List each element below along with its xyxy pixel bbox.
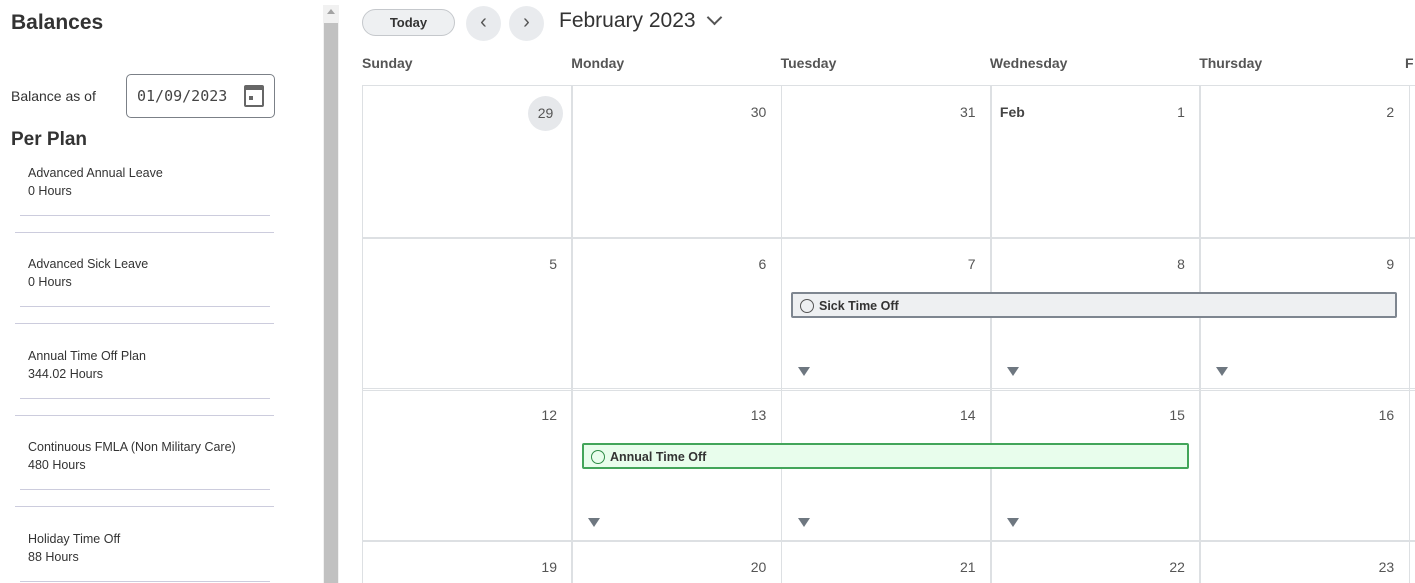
day-cell[interactable]: 12 xyxy=(362,388,573,543)
day-cell[interactable]: 2 xyxy=(1199,85,1411,239)
divider xyxy=(15,232,274,233)
day-cell[interactable]: 31 xyxy=(780,85,992,239)
day-number[interactable]: 9 xyxy=(1386,256,1394,272)
plan-item[interactable]: Continuous FMLA (Non Military Care) 480 H… xyxy=(28,438,236,474)
weekday-header: Sunday xyxy=(362,55,413,71)
plan-item[interactable]: Annual Time Off Plan 344.02 Hours xyxy=(28,347,146,383)
day-cell[interactable]: 30 xyxy=(571,85,783,239)
calendar-icon[interactable] xyxy=(244,85,264,107)
scrollbar-thumb[interactable] xyxy=(324,23,338,583)
day-cell[interactable]: 20 xyxy=(571,540,783,583)
weekday-header: F xyxy=(1405,55,1414,71)
per-plan-title: Per Plan xyxy=(11,129,88,150)
balances-title: Balances xyxy=(11,11,104,34)
plan-hours: 88 Hours xyxy=(28,550,79,564)
date-value: 01/09/2023 xyxy=(137,87,228,105)
plan-hours: 480 Hours xyxy=(28,458,86,472)
divider xyxy=(20,581,270,582)
expand-day-icon[interactable] xyxy=(1006,518,1019,528)
divider xyxy=(20,306,270,307)
divider xyxy=(20,489,270,490)
expand-day-icon[interactable] xyxy=(588,518,601,528)
today-button[interactable]: Today xyxy=(362,9,455,36)
day-number[interactable]: 13 xyxy=(751,407,767,423)
day-cell[interactable]: 29 xyxy=(362,85,573,239)
expand-day-icon[interactable] xyxy=(797,366,810,376)
divider xyxy=(20,398,270,399)
chevron-down-icon[interactable] xyxy=(706,9,723,26)
plan-name: Holiday Time Off xyxy=(28,532,121,546)
day-number[interactable]: 20 xyxy=(751,559,767,575)
day-number[interactable]: 29 xyxy=(528,96,563,131)
event-label: Annual Time Off xyxy=(610,450,707,464)
day-cell[interactable]: 23 xyxy=(1199,540,1411,583)
scroll-up-arrow-icon[interactable] xyxy=(327,9,335,14)
check-circle-icon xyxy=(591,450,605,464)
chevron-right-icon: › xyxy=(523,11,530,33)
balance-date-input[interactable]: 01/09/2023 xyxy=(126,74,275,118)
day-number[interactable]: 8 xyxy=(1177,256,1185,272)
day-number[interactable]: 7 xyxy=(968,256,976,272)
chevron-left-icon: ‹ xyxy=(480,11,487,33)
day-cell[interactable]: 5 xyxy=(362,236,573,391)
month-label[interactable]: February 2023 xyxy=(559,9,696,33)
day-cell[interactable] xyxy=(1408,85,1415,239)
day-cell[interactable]: 21 xyxy=(780,540,992,583)
day-cell[interactable]: 22 xyxy=(989,540,1201,583)
weekday-header: Monday xyxy=(571,55,625,71)
day-number[interactable]: 1 xyxy=(1177,104,1185,120)
day-number[interactable]: 5 xyxy=(549,256,557,272)
day-cell[interactable] xyxy=(1408,540,1415,583)
day-cell[interactable]: 6 xyxy=(571,236,783,391)
event-annual-time-off[interactable]: Annual Time Off xyxy=(582,443,1189,469)
day-number[interactable]: 21 xyxy=(960,559,976,575)
divider xyxy=(15,323,274,324)
balances-panel: Balances Balance as of 01/09/2023 Per Pl… xyxy=(0,0,322,583)
divider xyxy=(15,415,274,416)
previous-month-button[interactable]: ‹ xyxy=(466,6,501,41)
divider xyxy=(20,215,270,216)
plan-hours: 0 Hours xyxy=(28,275,72,289)
balance-as-of-label: Balance as of xyxy=(11,88,96,104)
day-number[interactable]: 12 xyxy=(541,407,557,423)
plan-item[interactable]: Advanced Sick Leave 0 Hours xyxy=(28,255,148,291)
day-number[interactable]: 19 xyxy=(541,559,557,575)
day-number[interactable]: 14 xyxy=(960,407,976,423)
event-sick-time-off[interactable]: Sick Time Off xyxy=(791,292,1397,318)
day-cell[interactable] xyxy=(1408,236,1415,391)
day-cell[interactable]: 19 xyxy=(362,540,573,583)
plan-name: Annual Time Off Plan xyxy=(28,349,146,363)
divider xyxy=(15,506,274,507)
month-marker: Feb xyxy=(999,104,1025,120)
expand-day-icon[interactable] xyxy=(1006,366,1019,376)
next-month-button[interactable]: › xyxy=(509,6,544,41)
plan-hours: 0 Hours xyxy=(28,184,72,198)
plan-name: Advanced Sick Leave xyxy=(28,257,149,271)
clock-icon xyxy=(800,299,814,313)
event-label: Sick Time Off xyxy=(819,299,899,313)
day-number[interactable]: 23 xyxy=(1379,559,1395,575)
day-number[interactable]: 15 xyxy=(1169,407,1185,423)
plan-name: Advanced Annual Leave xyxy=(28,166,163,180)
plan-name: Continuous FMLA (Non Military Care) xyxy=(28,440,236,454)
day-number[interactable]: 22 xyxy=(1169,559,1185,575)
weekday-header: Tuesday xyxy=(780,55,837,71)
expand-day-icon[interactable] xyxy=(797,518,810,528)
plan-item[interactable]: Advanced Annual Leave 0 Hours xyxy=(28,164,163,200)
day-number[interactable]: 6 xyxy=(759,256,767,272)
day-cell[interactable]: 1 Feb xyxy=(989,85,1201,239)
day-cell[interactable] xyxy=(1408,388,1415,543)
weekday-header: Thursday xyxy=(1199,55,1263,71)
plan-hours: 344.02 Hours xyxy=(28,367,104,381)
weekday-header: Wednesday xyxy=(989,55,1068,71)
day-number[interactable]: 2 xyxy=(1386,104,1394,120)
plan-item[interactable]: Holiday Time Off 88 Hours xyxy=(28,530,120,566)
scrollbar[interactable] xyxy=(323,5,339,583)
day-cell[interactable]: 16 xyxy=(1199,388,1411,543)
day-number[interactable]: 30 xyxy=(751,104,767,120)
day-number[interactable]: 16 xyxy=(1379,407,1395,423)
day-number[interactable]: 31 xyxy=(960,104,976,120)
expand-day-icon[interactable] xyxy=(1216,366,1229,376)
